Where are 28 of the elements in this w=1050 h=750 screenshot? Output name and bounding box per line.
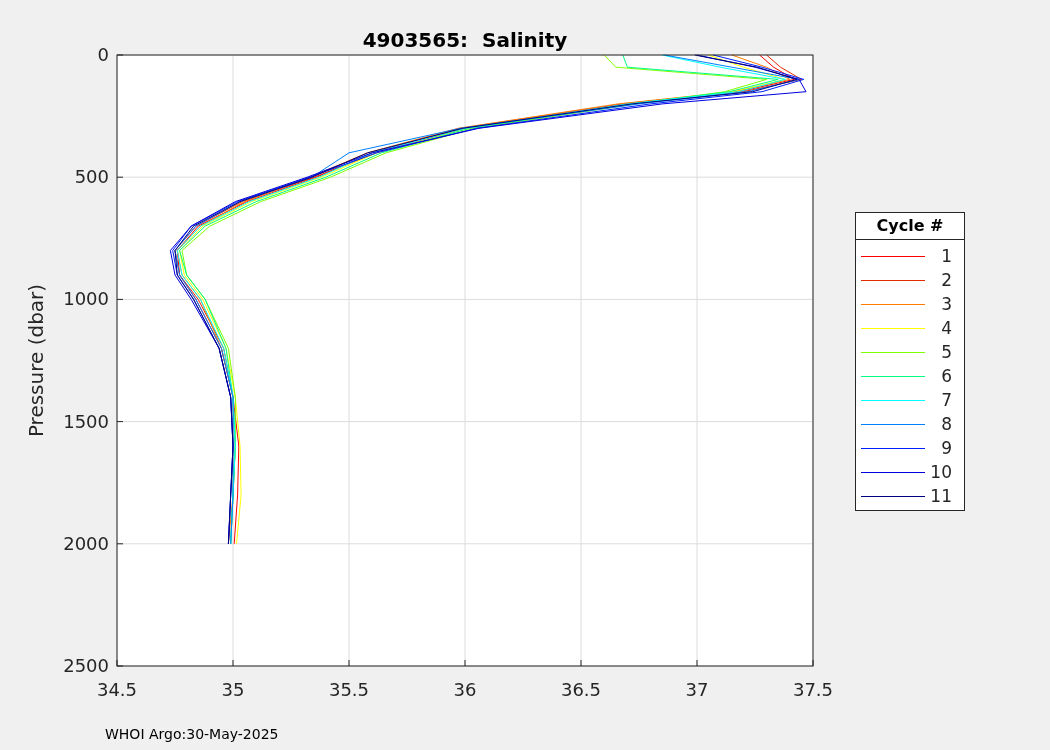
legend-label: 4 (940, 318, 953, 338)
x-tick-label: 34.5 (96, 679, 138, 700)
legend-label: 5 (940, 342, 953, 362)
legend-label: 1 (940, 246, 953, 266)
footer-text: WHOI Argo:30-May-2025 (105, 726, 279, 742)
y-tick-label: 2000 (63, 532, 109, 554)
x-tick-label: 36 (453, 679, 477, 700)
y-axis-label: Pressure (dbar) (24, 283, 48, 438)
legend-label: 9 (940, 438, 953, 458)
legend-label: 8 (940, 414, 953, 434)
x-tick-label: 36.5 (560, 679, 602, 700)
x-tick-label: 35 (221, 679, 245, 700)
y-tick-label: 1500 (63, 410, 109, 432)
y-tick-label: 2500 (63, 655, 109, 676)
x-tick-label: 37.5 (792, 679, 834, 700)
legend-label: 10 (929, 462, 953, 482)
legend-label: 2 (940, 270, 953, 290)
legend-label: 7 (940, 390, 953, 410)
legend-label: 11 (929, 486, 953, 506)
legend-label: 3 (940, 294, 953, 314)
y-tick-label: 1000 (63, 288, 109, 310)
x-tick-label: 35.5 (328, 679, 370, 700)
legend-title: Cycle # (856, 213, 964, 240)
y-tick-label: 500 (74, 166, 109, 188)
legend-label: 6 (940, 366, 953, 386)
chart-title: 4903565: Salinity (362, 28, 568, 52)
x-tick-label: 37 (685, 679, 709, 700)
y-tick-label: 0 (97, 44, 109, 65)
